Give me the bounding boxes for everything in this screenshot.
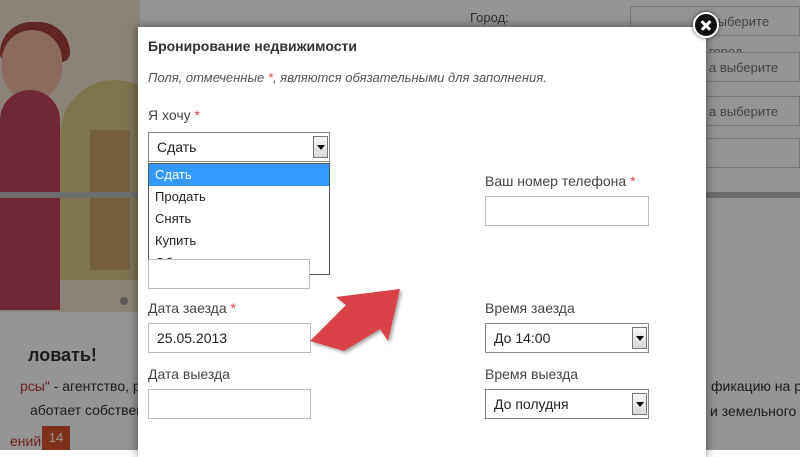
dropdown-option[interactable]: Продать (149, 186, 329, 208)
booking-modal: Бронирование недвижимости Поля, отмеченн… (138, 27, 706, 457)
chevron-down-icon[interactable] (313, 136, 328, 158)
phone-field[interactable] (485, 196, 649, 226)
dropdown-option[interactable]: Сдать (149, 164, 329, 186)
checkin-time-label: Время заезда (485, 300, 575, 316)
required-star: * (194, 107, 200, 123)
dropdown-option[interactable]: Купить (149, 230, 329, 252)
checkout-date-label: Дата выезда (148, 366, 230, 382)
checkin-time-select[interactable]: До 14:00 (485, 323, 649, 353)
checkin-date-label: Дата заезда * (148, 300, 236, 316)
want-label: Я хочу * (148, 107, 200, 123)
modal-title: Бронирование недвижимости (148, 38, 357, 54)
checkout-time-label: Время выезда (485, 366, 579, 382)
want-select[interactable]: Сдать (148, 132, 330, 162)
close-icon[interactable] (693, 12, 719, 38)
required-star: * (630, 173, 636, 189)
want-label-text: Я хочу (148, 107, 191, 123)
want-select-value: Сдать (157, 139, 197, 155)
required-note: Поля, отмеченные *, являются обязательны… (148, 70, 547, 85)
chevron-down-icon[interactable] (632, 393, 647, 415)
checkout-time-value: До полудня (494, 396, 569, 412)
note-text-after: , являются обязательными для заполнения. (272, 70, 547, 85)
name-field[interactable] (148, 259, 310, 289)
checkout-date-field[interactable] (148, 389, 311, 419)
dropdown-option[interactable]: Снять (149, 208, 329, 230)
arrow-annotation-icon (310, 289, 400, 351)
note-text-before: Поля, отмеченные (148, 70, 268, 85)
required-star: * (230, 300, 236, 316)
phone-label: Ваш номер телефона * (485, 173, 636, 189)
chevron-down-icon[interactable] (632, 327, 647, 349)
checkout-time-select[interactable]: До полудня (485, 389, 649, 419)
checkin-time-value: До 14:00 (494, 330, 551, 346)
checkin-date-field[interactable]: 25.05.2013 (148, 323, 311, 353)
phone-label-text: Ваш номер телефона (485, 173, 627, 189)
checkin-date-label-text: Дата заезда (148, 300, 227, 316)
